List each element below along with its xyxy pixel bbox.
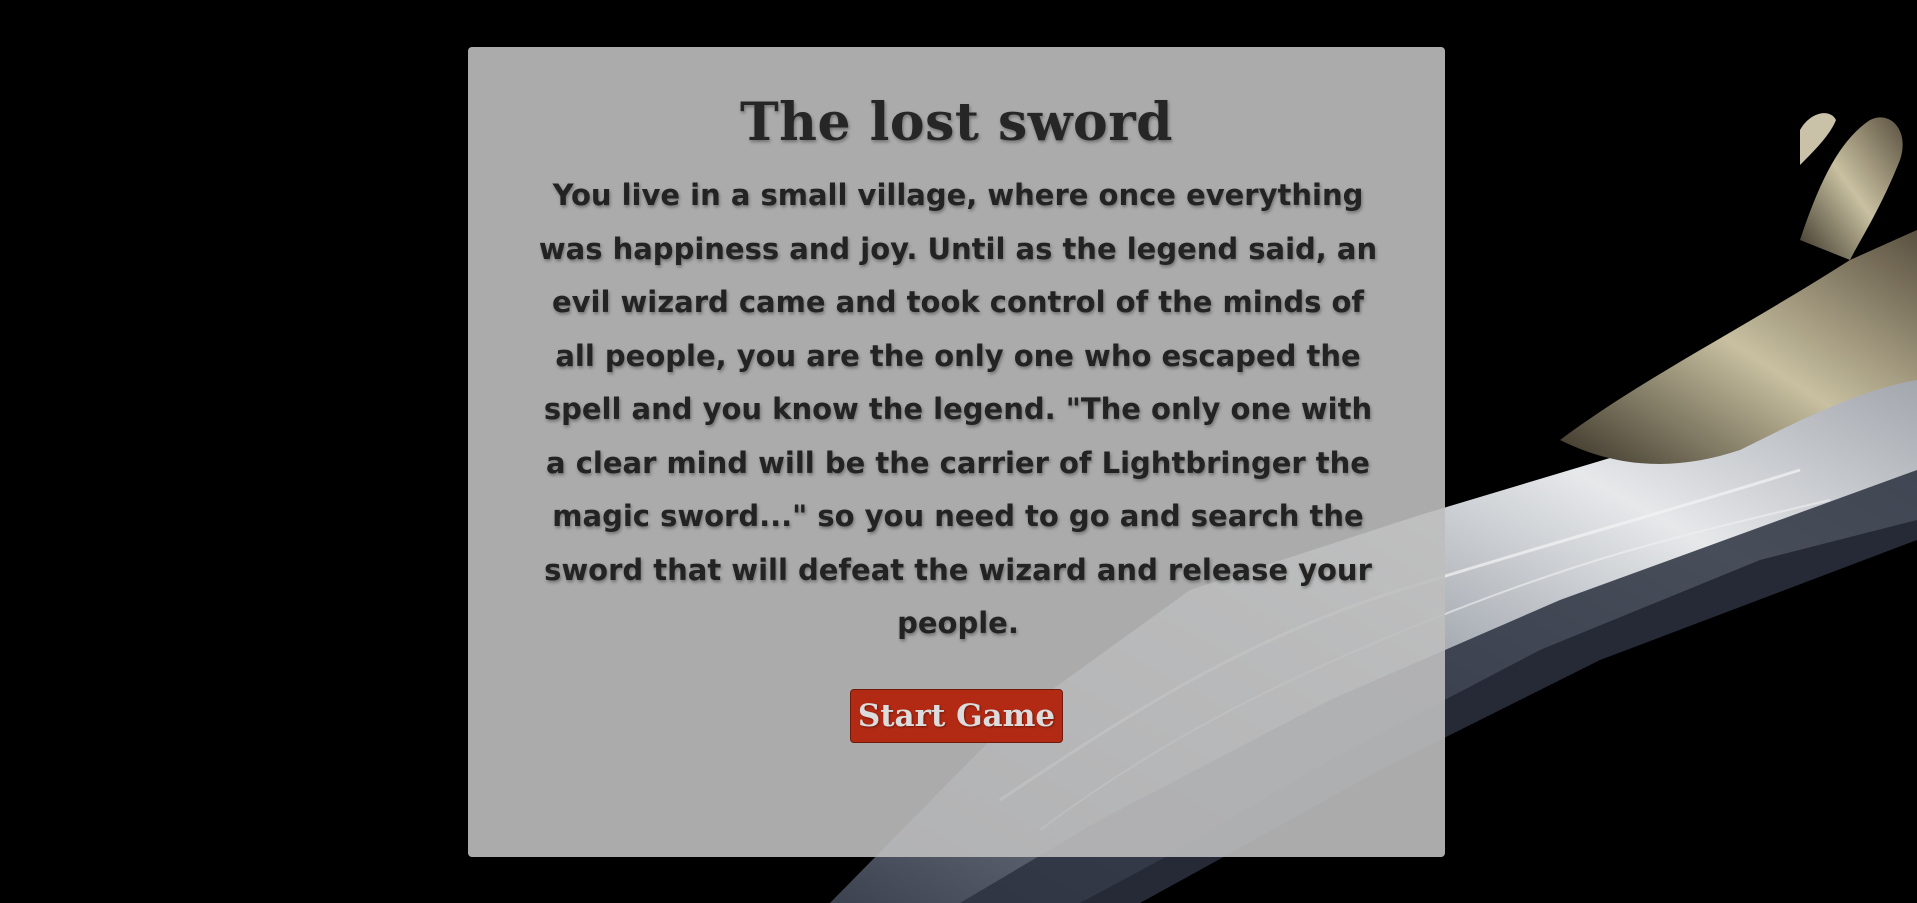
story-text: You live in a small village, where once … — [538, 178, 1378, 640]
game-title: The lost sword — [739, 92, 1173, 153]
start-game-button[interactable]: Start Game — [849, 688, 1064, 743]
game-screen: The lost sword You live in a small villa… — [0, 0, 1917, 903]
intro-panel: The lost sword You live in a small villa… — [468, 47, 1445, 857]
